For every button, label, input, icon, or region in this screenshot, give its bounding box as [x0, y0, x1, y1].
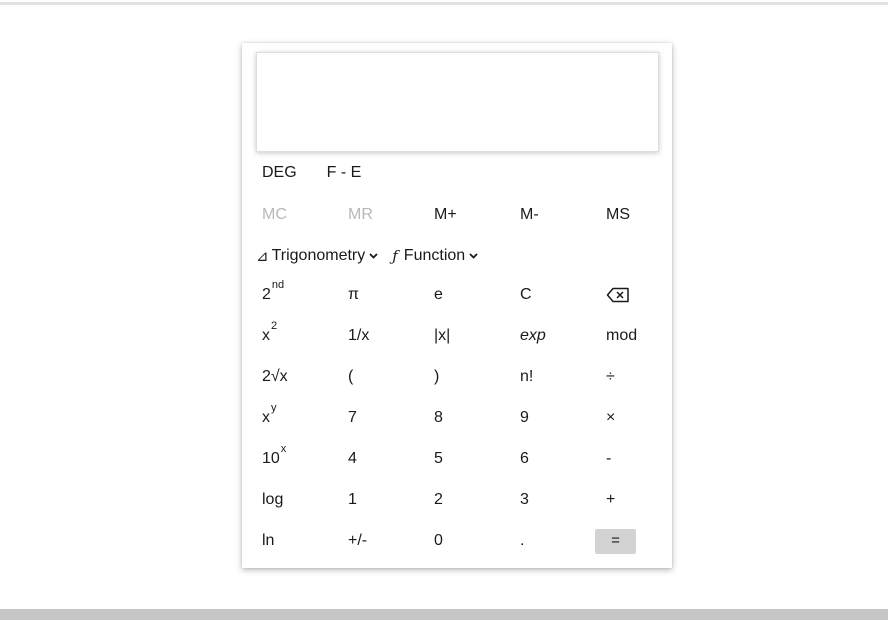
- ten-power-base: 10: [262, 450, 280, 467]
- memory-clear-button[interactable]: MC: [262, 206, 287, 224]
- digit-2-key[interactable]: 2: [434, 488, 443, 512]
- power-sup: y: [271, 402, 277, 414]
- angle-mode-button[interactable]: DEG: [262, 164, 297, 184]
- backspace-icon: [606, 287, 629, 303]
- memory-add-button[interactable]: M+: [434, 206, 457, 224]
- ten-power-key[interactable]: 10x: [262, 444, 286, 471]
- trigonometry-dropdown[interactable]: ⊿ Trigonometry: [256, 247, 378, 265]
- digit-3-key[interactable]: 3: [520, 488, 529, 512]
- decimal-key[interactable]: .: [520, 529, 524, 553]
- mod-key[interactable]: mod: [606, 324, 637, 348]
- subtract-key[interactable]: -: [606, 447, 611, 471]
- function-icon: ƒ: [392, 247, 398, 265]
- power-base: x: [262, 409, 270, 426]
- top-border: [0, 2, 888, 5]
- function-menu-row: ⊿ Trigonometry ƒ Function: [256, 245, 478, 267]
- second-function-key[interactable]: 2nd: [262, 280, 284, 307]
- triangle-icon: ⊿: [256, 248, 269, 265]
- memory-subtract-button[interactable]: M-: [520, 206, 539, 224]
- backspace-key[interactable]: [606, 283, 630, 307]
- memory-row: MC MR M+ M- MS: [262, 206, 672, 226]
- square-key[interactable]: x2: [262, 321, 277, 348]
- digit-0-key[interactable]: 0: [434, 529, 443, 553]
- chevron-down-icon: [469, 253, 478, 259]
- digit-7-key[interactable]: 7: [348, 406, 357, 430]
- factorial-key[interactable]: n!: [520, 365, 533, 389]
- add-key[interactable]: +: [606, 488, 615, 512]
- calculator-display: [256, 52, 659, 152]
- square-sup: 2: [271, 320, 278, 332]
- clear-key[interactable]: C: [520, 283, 532, 307]
- e-key[interactable]: e: [434, 283, 443, 307]
- power-key[interactable]: xy: [262, 403, 277, 430]
- pi-key[interactable]: π: [348, 283, 359, 307]
- exp-key[interactable]: exp: [520, 324, 546, 348]
- square-base: x: [262, 327, 270, 344]
- open-paren-key[interactable]: (: [348, 365, 353, 389]
- function-dropdown[interactable]: ƒ Function: [392, 247, 478, 265]
- digit-1-key[interactable]: 1: [348, 488, 357, 512]
- absolute-value-key[interactable]: |x|: [434, 324, 450, 348]
- memory-store-button[interactable]: MS: [606, 206, 630, 224]
- mode-row: DEG F - E: [262, 164, 361, 184]
- second-sup: nd: [271, 279, 285, 291]
- ten-power-sup: x: [280, 443, 287, 455]
- divide-key[interactable]: ÷: [606, 365, 615, 389]
- multiply-key[interactable]: ×: [606, 406, 615, 430]
- trigonometry-label: Trigonometry: [271, 247, 366, 264]
- digit-6-key[interactable]: 6: [520, 447, 529, 471]
- memory-recall-button[interactable]: MR: [348, 206, 373, 224]
- ln-key[interactable]: ln: [262, 529, 274, 553]
- calculator: DEG F - E MC MR M+ M- MS ⊿ Trigonometry …: [242, 43, 672, 568]
- square-root-key[interactable]: 2√x: [262, 365, 288, 389]
- digit-4-key[interactable]: 4: [348, 447, 357, 471]
- equals-key[interactable]: =: [595, 529, 636, 554]
- digit-5-key[interactable]: 5: [434, 447, 443, 471]
- log-key[interactable]: log: [262, 488, 283, 512]
- negate-key[interactable]: +/-: [348, 529, 367, 553]
- reciprocal-key[interactable]: 1/x: [348, 324, 369, 348]
- digit-8-key[interactable]: 8: [434, 406, 443, 430]
- fixed-exponential-button[interactable]: F - E: [327, 164, 362, 184]
- close-paren-key[interactable]: ): [434, 365, 439, 389]
- chevron-down-icon: [369, 253, 378, 259]
- second-base: 2: [262, 286, 271, 303]
- function-label: Function: [403, 247, 466, 264]
- bottom-bar: [0, 609, 888, 620]
- digit-9-key[interactable]: 9: [520, 406, 529, 430]
